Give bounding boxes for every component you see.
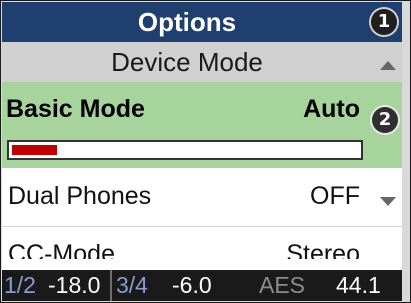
menu-row-cc-mode[interactable]: CC-Mode Stereo — [2, 227, 402, 268]
status-bar: 1/2 -18.0 3/4 -6.0 AES 44.1 — [2, 270, 402, 301]
sample-rate-value: 44.1 — [336, 272, 381, 298]
menu-row-dual-phones[interactable]: Dual Phones OFF — [2, 168, 402, 227]
format-label: AES — [259, 272, 306, 298]
level-bar-fill — [12, 145, 57, 155]
options-screen: Options Device Mode Basic Mode Auto Dual… — [2, 2, 402, 301]
channel-3-4-level: -6.0 — [172, 272, 212, 298]
page-title: Options — [137, 7, 237, 37]
title-bar: Options — [2, 2, 402, 42]
menu-row-basic-mode[interactable]: Basic Mode Auto — [2, 82, 402, 168]
dual-phones-label: Dual Phones — [8, 182, 152, 210]
basic-mode-label: Basic Mode — [6, 95, 145, 123]
status-divider — [110, 270, 112, 301]
device-display-frame: Options Device Mode Basic Mode Auto Dual… — [0, 0, 411, 303]
basic-mode-value: Auto — [303, 95, 360, 123]
list-spacer — [2, 259, 402, 270]
scroll-down-icon[interactable] — [380, 197, 396, 206]
section-header-device-mode: Device Mode — [2, 42, 402, 82]
dual-phones-value: OFF — [310, 182, 360, 210]
channel-3-4-label: 3/4 — [116, 272, 148, 298]
badge-1-icon: 1 — [371, 9, 397, 35]
channel-1-2-level: -18.0 — [48, 272, 101, 298]
badge-2-icon: 2 — [372, 107, 398, 133]
level-bar[interactable] — [7, 140, 363, 160]
channel-1-2-label: 1/2 — [4, 272, 36, 298]
scroll-up-icon[interactable] — [380, 61, 396, 70]
section-title: Device Mode — [111, 47, 263, 77]
